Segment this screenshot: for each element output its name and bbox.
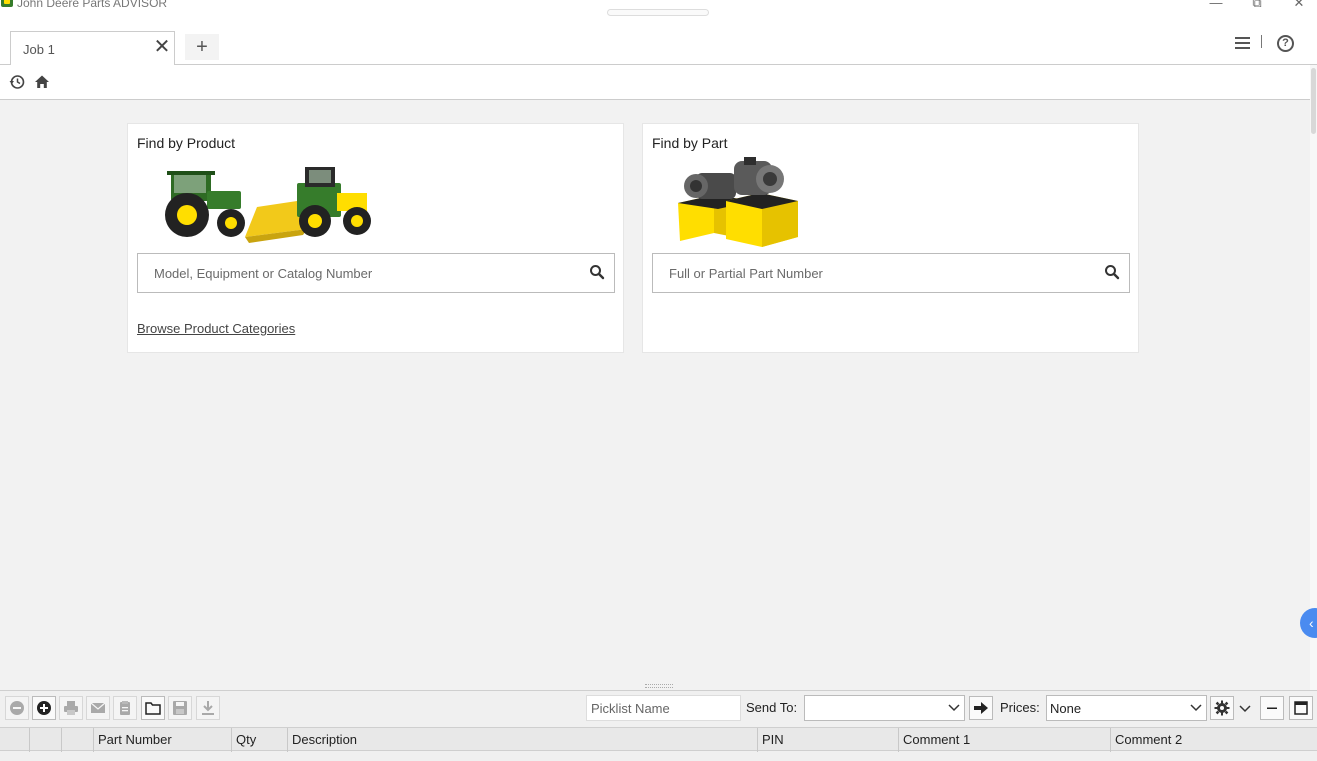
- part-search-input[interactable]: [654, 255, 1084, 291]
- navigation-toolbar: [0, 65, 1313, 100]
- tab-label: Job 1: [23, 42, 55, 57]
- prices-label: Prices:: [1000, 700, 1040, 715]
- find-by-product-title: Find by Product: [137, 135, 236, 151]
- app-title: John Deere Parts ADVISOR: [17, 0, 168, 10]
- download-button[interactable]: [196, 696, 220, 720]
- maximize-panel-button[interactable]: [1289, 696, 1313, 720]
- folder-icon: [145, 702, 161, 715]
- open-folder-button[interactable]: [141, 696, 165, 720]
- gear-icon: [1214, 700, 1230, 716]
- envelope-icon: [90, 702, 106, 713]
- column-header-description[interactable]: Description: [287, 728, 757, 752]
- help-icon[interactable]: ?: [1277, 35, 1294, 52]
- column-header-icon[interactable]: [29, 728, 61, 752]
- minus-circle-icon: [10, 701, 24, 715]
- new-tab-button[interactable]: +: [185, 34, 219, 60]
- remove-item-button[interactable]: [5, 696, 29, 720]
- prices-select[interactable]: None: [1046, 695, 1207, 721]
- column-header-status[interactable]: [61, 728, 93, 752]
- product-search-box: [137, 253, 615, 293]
- minimize-panel-button[interactable]: [1260, 696, 1284, 720]
- search-icon[interactable]: [1104, 264, 1120, 280]
- minimize-icon: [1267, 707, 1277, 709]
- column-header-select[interactable]: [0, 728, 29, 752]
- panel-resize-grip[interactable]: [645, 684, 673, 688]
- plus-circle-icon: [37, 701, 51, 715]
- scrollbar-track[interactable]: [1310, 65, 1317, 690]
- add-item-button[interactable]: [32, 696, 56, 720]
- maximize-icon: [1294, 701, 1308, 715]
- hamburger-menu-icon[interactable]: [1235, 37, 1251, 49]
- product-search-input[interactable]: [139, 255, 569, 291]
- send-to-select[interactable]: [804, 695, 965, 721]
- find-by-part-card: Find by Part: [642, 123, 1139, 353]
- save-button[interactable]: [168, 696, 192, 720]
- find-by-product-card: Find by Product Browse Product Categorie…: [127, 123, 624, 353]
- column-header-comment-1[interactable]: Comment 1: [898, 728, 1110, 752]
- close-window-button[interactable]: ✕: [1288, 0, 1310, 12]
- settings-button[interactable]: [1210, 696, 1234, 720]
- parts-box-image: [678, 157, 798, 247]
- prices-value: None: [1050, 701, 1082, 716]
- tractor-loader-image: [165, 167, 371, 243]
- find-by-part-title: Find by Part: [652, 135, 728, 151]
- download-icon: [202, 701, 214, 715]
- printer-icon: [64, 701, 78, 715]
- title-bar: John Deere Parts ADVISOR — ⧉ ✕: [0, 0, 1317, 30]
- home-icon[interactable]: [34, 74, 50, 90]
- send-button[interactable]: [969, 696, 993, 720]
- part-search-box: [652, 253, 1130, 293]
- app-logo: [1, 0, 13, 7]
- print-button[interactable]: [59, 696, 83, 720]
- chevron-down-icon: [1190, 704, 1202, 712]
- column-header-qty[interactable]: Qty: [231, 728, 287, 752]
- clipboard-icon: [120, 701, 130, 715]
- arrow-right-icon: [974, 702, 988, 714]
- picklist-name-input[interactable]: [586, 695, 741, 721]
- save-icon: [173, 701, 187, 715]
- restore-button[interactable]: ⧉: [1246, 0, 1268, 12]
- close-tab-icon[interactable]: ✕: [153, 36, 171, 58]
- settings-dropdown-chevron-icon[interactable]: [1239, 702, 1251, 716]
- send-to-label: Send To:: [746, 700, 798, 715]
- tab-job-1[interactable]: Job 1 ✕: [10, 31, 175, 65]
- window-drag-handle[interactable]: [607, 9, 709, 16]
- column-header-pin[interactable]: PIN: [757, 728, 898, 752]
- browse-product-categories-link[interactable]: Browse Product Categories: [137, 321, 295, 336]
- chevron-down-icon: [948, 704, 960, 712]
- clipboard-button[interactable]: [113, 696, 137, 720]
- email-button[interactable]: [86, 696, 110, 720]
- column-header-comment-2[interactable]: Comment 2: [1110, 728, 1317, 752]
- search-icon[interactable]: [589, 264, 605, 280]
- history-icon[interactable]: [9, 74, 25, 90]
- picklist-table-header: Part Number Qty Description PIN Comment …: [0, 727, 1317, 752]
- minimize-button[interactable]: —: [1205, 0, 1227, 12]
- side-panel-toggle-button[interactable]: ‹: [1300, 608, 1317, 638]
- header-divider: [1261, 35, 1262, 48]
- column-header-part-number[interactable]: Part Number: [93, 728, 231, 752]
- scrollbar-thumb[interactable]: [1311, 68, 1316, 134]
